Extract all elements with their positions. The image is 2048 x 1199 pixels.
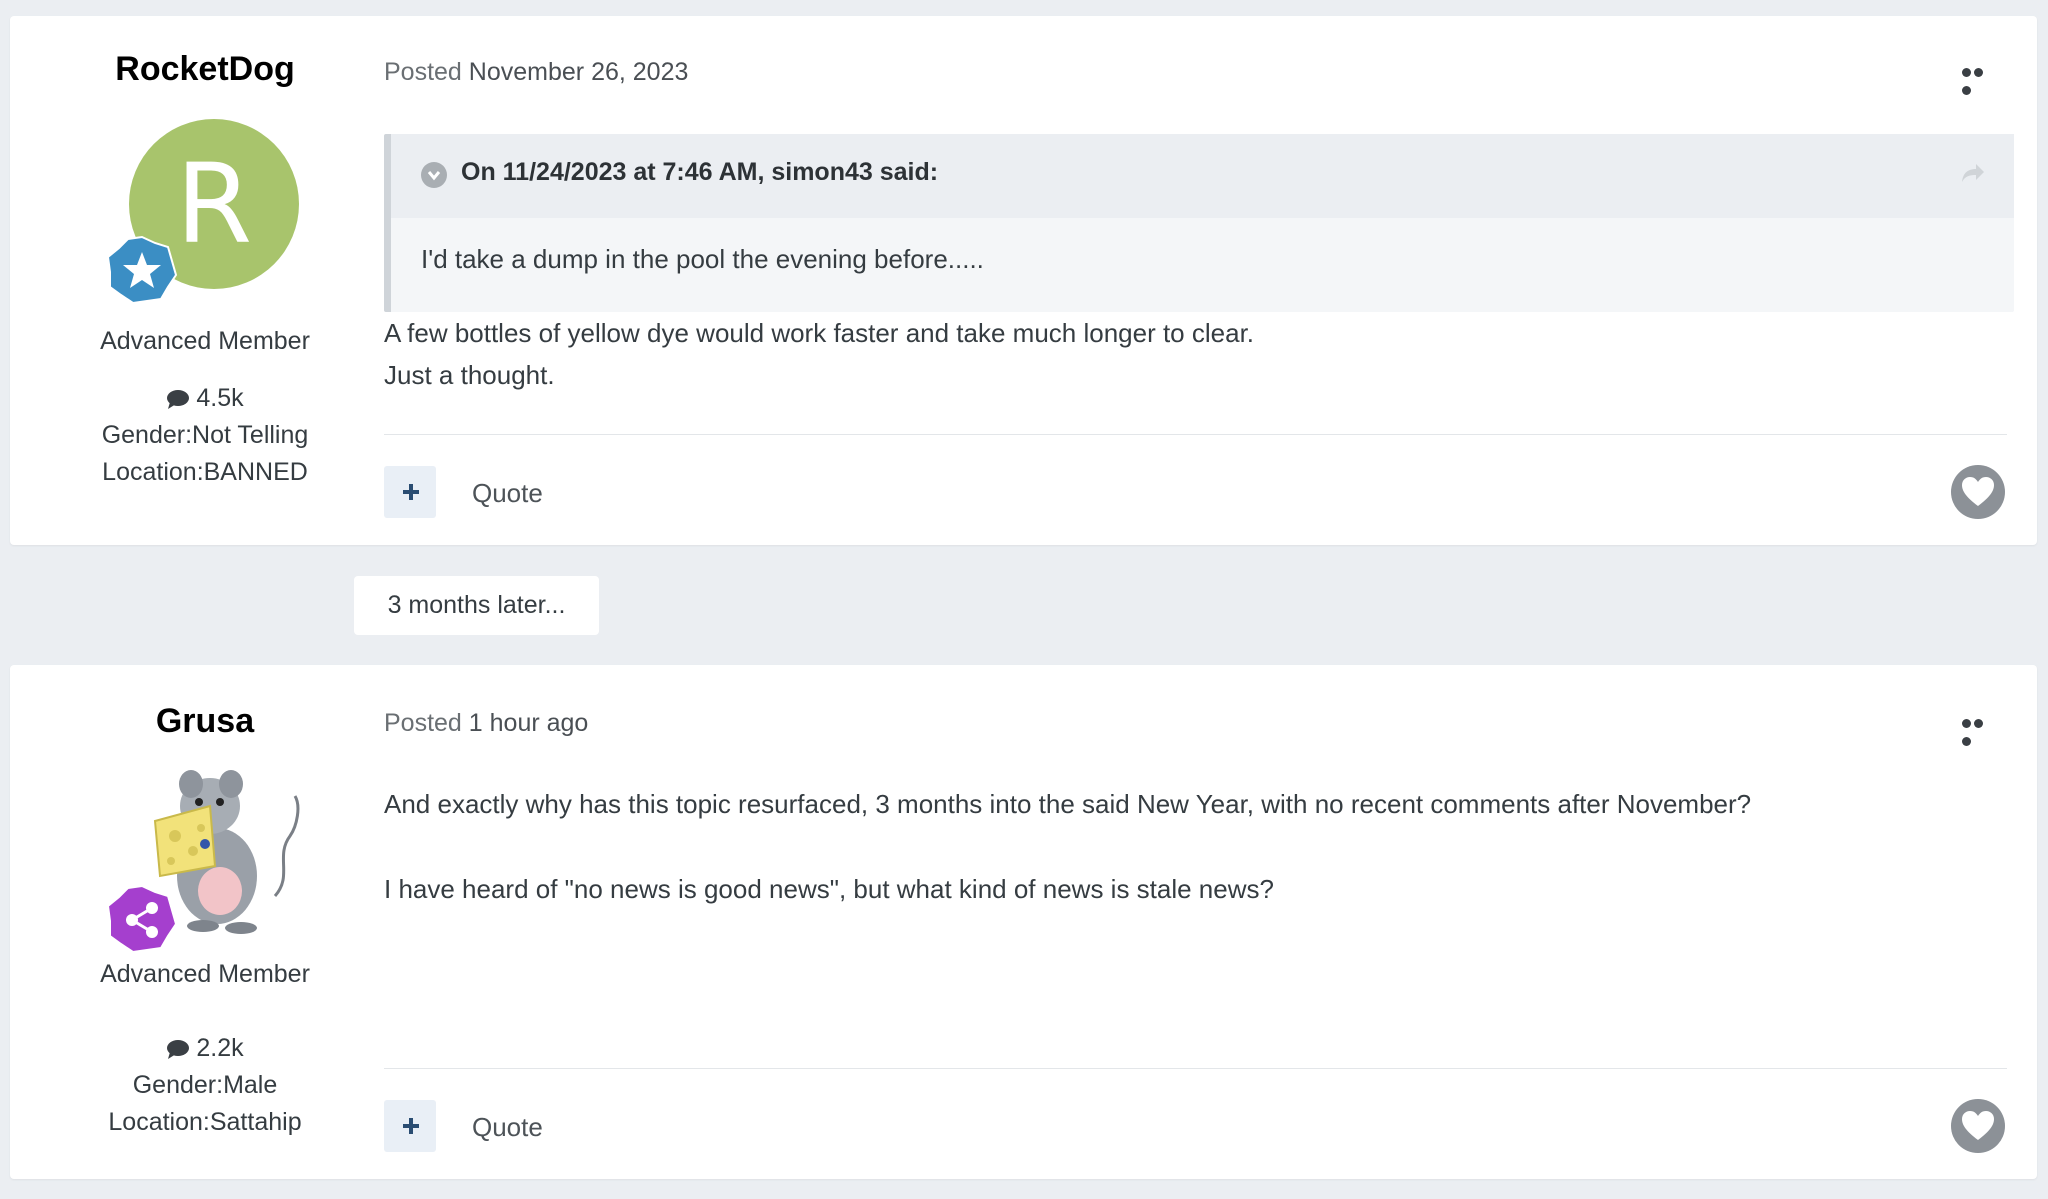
post-content-line: And exactly why has this topic resurface… (384, 789, 1752, 819)
post-count: 4.5k (10, 384, 400, 413)
share-badge-icon (106, 884, 178, 954)
member-title: Advanced Member (100, 960, 310, 988)
time-gap-label: 3 months later... (354, 576, 599, 635)
comment-icon (167, 1040, 190, 1059)
more-options-icon[interactable] (1962, 715, 1996, 746)
heart-icon[interactable] (1950, 464, 2006, 520)
add-reply-button[interactable] (384, 466, 436, 518)
divider (384, 434, 2007, 435)
divider (384, 1068, 2007, 1069)
post-content-line: Just a thought. (384, 360, 555, 390)
quote-header: On 11/24/2023 at 7:46 AM, simon43 said: (391, 134, 2014, 218)
posted-label: Posted (384, 709, 462, 737)
author-name[interactable]: RocketDog (10, 50, 400, 89)
posted-date: 1 hour ago (468, 709, 589, 737)
post-count: 2.2k (10, 1034, 400, 1063)
chevron-down-icon[interactable] (421, 162, 447, 188)
post-card: RocketDog R Advanced Member 4.5k Gender:… (10, 16, 2037, 545)
gender-field: Gender:Male (132, 1071, 278, 1099)
posted-label: Posted (384, 58, 462, 86)
post-content-line: I have heard of "no news is good news", … (384, 874, 1274, 904)
star-badge-icon (106, 235, 178, 305)
quote-body: I'd take a dump in the pool the evening … (421, 244, 984, 274)
post-timestamp[interactable]: Posted 1 hour ago (384, 709, 588, 738)
avatar[interactable] (106, 768, 300, 954)
quote-citation: On 11/24/2023 at 7:46 AM, simon43 said: (461, 158, 939, 186)
more-options-icon[interactable] (1962, 64, 1996, 95)
post-timestamp[interactable]: Posted November 26, 2023 (384, 58, 688, 87)
add-reply-button[interactable] (384, 1100, 436, 1152)
blockquote: On 11/24/2023 at 7:46 AM, simon43 said: … (384, 134, 2014, 312)
share-arrow-icon[interactable] (1960, 162, 1986, 184)
post-count-value: 4.5k (196, 384, 244, 412)
heart-icon[interactable] (1950, 1098, 2006, 1154)
posted-date: November 26, 2023 (468, 58, 689, 86)
quote-button[interactable]: Quote (472, 1112, 543, 1143)
member-title: Advanced Member (100, 327, 310, 355)
avatar[interactable]: R (106, 119, 299, 305)
post-count-value: 2.2k (196, 1034, 244, 1062)
author-name[interactable]: Grusa (10, 702, 400, 741)
quote-button[interactable]: Quote (472, 478, 543, 509)
gender-field: Gender:Not Telling (101, 421, 309, 449)
location-field: Location:BANNED (102, 458, 308, 486)
post-content-line: A few bottles of yellow dye would work f… (384, 318, 1255, 348)
location-field: Location:Sattahip (108, 1108, 302, 1136)
comment-icon (167, 390, 190, 409)
post-card: Grusa Advanced Member 2.2k Gender:Male L… (10, 665, 2037, 1179)
